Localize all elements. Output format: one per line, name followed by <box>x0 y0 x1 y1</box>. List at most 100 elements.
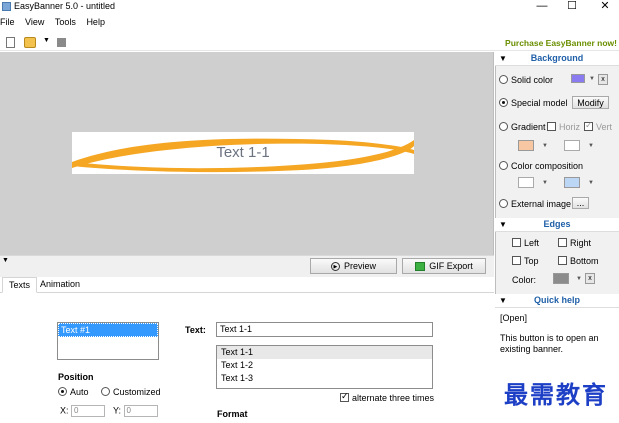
edges-section-header[interactable]: ▼ Edges <box>495 218 619 232</box>
dropdown-arrow-icon[interactable]: ▼ <box>588 180 594 186</box>
color-composition-radio[interactable] <box>499 161 508 170</box>
collapse-arrow-icon[interactable]: ▼ <box>2 257 9 264</box>
menu-help[interactable]: Help <box>86 17 105 27</box>
color-composition-option[interactable]: Color composition <box>499 161 583 171</box>
export-icon <box>415 261 426 271</box>
play-icon: ▶ <box>330 261 340 271</box>
preview-strip: ▼ ▶ Preview GIF Export <box>0 255 494 277</box>
list-item[interactable]: Text 1-3 <box>217 372 432 385</box>
dropdown-arrow-icon[interactable]: ▼ <box>542 180 548 186</box>
solid-color-swatch[interactable] <box>571 74 585 83</box>
background-section-header[interactable]: ▼ Background <box>495 52 619 66</box>
background-title: Background <box>530 53 584 63</box>
browse-image-button[interactable]: ... <box>572 197 589 209</box>
y-label: Y: <box>113 405 122 416</box>
solid-color-label: Solid color <box>511 75 554 85</box>
clear-edge-color-button[interactable]: x <box>585 273 595 284</box>
dropdown-arrow-icon[interactable]: ▼ <box>43 37 50 44</box>
edges-title: Edges <box>543 219 571 229</box>
text-input[interactable]: Text 1-1 <box>216 322 433 337</box>
special-model-radio[interactable] <box>499 98 508 107</box>
position-customized-option[interactable]: Customized <box>101 387 161 397</box>
collapse-arrow-icon: ▼ <box>499 220 507 229</box>
text-label: Text: <box>185 325 206 335</box>
x-spinner[interactable]: 0 <box>71 405 106 417</box>
edge-top-option[interactable]: Top <box>512 256 539 266</box>
dropdown-arrow-icon[interactable]: ▼ <box>588 143 594 149</box>
watermark: 最需教育 <box>504 380 608 409</box>
vert-option[interactable]: Vert <box>584 120 612 132</box>
auto-label: Auto <box>70 387 89 397</box>
gif-export-button[interactable]: GIF Export <box>402 258 486 274</box>
vert-checkbox[interactable] <box>584 120 593 131</box>
tab-texts[interactable]: Texts <box>2 277 38 293</box>
app-icon <box>2 2 11 11</box>
edge-color-swatch[interactable] <box>553 273 569 284</box>
save-icon[interactable] <box>57 38 66 47</box>
y-spinner[interactable]: 0 <box>123 405 158 417</box>
edge-right-checkbox[interactable] <box>558 238 567 247</box>
horiz-option[interactable]: Horiz <box>547 122 580 132</box>
customized-label: Customized <box>113 387 161 397</box>
list-item[interactable]: Text 1-1 <box>217 346 432 359</box>
edge-top-label: Top <box>524 256 539 266</box>
close-button[interactable]: ✕ <box>592 0 618 14</box>
list-item[interactable]: Text #1 <box>58 323 158 337</box>
position-auto-option[interactable]: Auto <box>58 387 89 397</box>
text-lines-list[interactable]: Text 1-1 Text 1-2 Text 1-3 <box>216 345 433 389</box>
menu-file[interactable]: File <box>0 17 15 27</box>
edge-top-checkbox[interactable] <box>512 256 521 265</box>
open-folder-icon[interactable] <box>24 37 36 48</box>
special-model-label: Special model <box>511 98 568 108</box>
dropdown-arrow-icon[interactable]: ▼ <box>589 76 595 82</box>
edge-left-option[interactable]: Left <box>512 238 539 248</box>
edge-right-option[interactable]: Right <box>558 238 591 248</box>
external-image-label: External image <box>511 199 572 209</box>
dropdown-arrow-icon[interactable]: ▼ <box>576 276 582 282</box>
purchase-link[interactable]: Purchase EasyBanner now! <box>505 38 617 48</box>
minimize-button[interactable]: — <box>529 0 555 14</box>
solid-color-option[interactable]: Solid color <box>499 75 553 85</box>
horiz-label: Horiz <box>559 122 581 132</box>
alternate-label: alternate three times <box>352 393 435 403</box>
quick-help-section-header[interactable]: ▼ Quick help <box>495 294 619 308</box>
external-image-option[interactable]: External image <box>499 199 571 209</box>
maximize-button[interactable]: ☐ <box>559 0 585 14</box>
text-list[interactable]: Text #1 <box>57 322 159 360</box>
preview-label: Preview <box>343 261 376 271</box>
modify-button[interactable]: Modify <box>572 96 609 109</box>
edge-bottom-option[interactable]: Bottom <box>558 256 599 266</box>
solid-color-radio[interactable] <box>499 75 508 84</box>
tab-animation[interactable]: Animation <box>34 277 86 293</box>
new-file-icon[interactable] <box>6 37 15 48</box>
gradient-option[interactable]: Gradient <box>499 122 546 132</box>
dropdown-arrow-icon[interactable]: ▼ <box>542 143 548 149</box>
list-item[interactable]: Text 1-2 <box>217 359 432 372</box>
position-label: Position <box>58 372 94 382</box>
clear-color-button[interactable]: x <box>598 74 608 85</box>
external-image-radio[interactable] <box>499 199 508 208</box>
edge-right-label: Right <box>570 238 592 248</box>
banner-preview[interactable]: Text 1-1 <box>72 132 414 174</box>
edge-left-checkbox[interactable] <box>512 238 521 247</box>
color-composition-label: Color composition <box>511 161 584 171</box>
composition-color-1-swatch[interactable] <box>518 177 534 188</box>
edge-bottom-checkbox[interactable] <box>558 256 567 265</box>
horiz-checkbox[interactable] <box>547 122 556 131</box>
x-label: X: <box>60 405 69 416</box>
customized-radio[interactable] <box>101 387 110 396</box>
preview-button[interactable]: ▶ Preview <box>310 258 397 274</box>
alternate-checkbox[interactable] <box>340 391 349 402</box>
gradient-radio[interactable] <box>499 122 508 131</box>
quick-help-tag: [Open] <box>500 313 528 323</box>
composition-color-2-swatch[interactable] <box>564 177 580 188</box>
auto-radio[interactable] <box>58 387 67 396</box>
menu-tools[interactable]: Tools <box>55 17 76 27</box>
edge-color-label: Color: <box>512 275 537 285</box>
gradient-color-2-swatch[interactable] <box>564 140 580 151</box>
gradient-color-1-swatch[interactable] <box>518 140 534 151</box>
menu-view[interactable]: View <box>25 17 44 27</box>
special-model-option[interactable]: Special model <box>499 98 568 108</box>
window-title: EasyBanner 5.0 - untitled <box>14 1 116 11</box>
alternate-option[interactable]: alternate three times <box>340 391 435 403</box>
